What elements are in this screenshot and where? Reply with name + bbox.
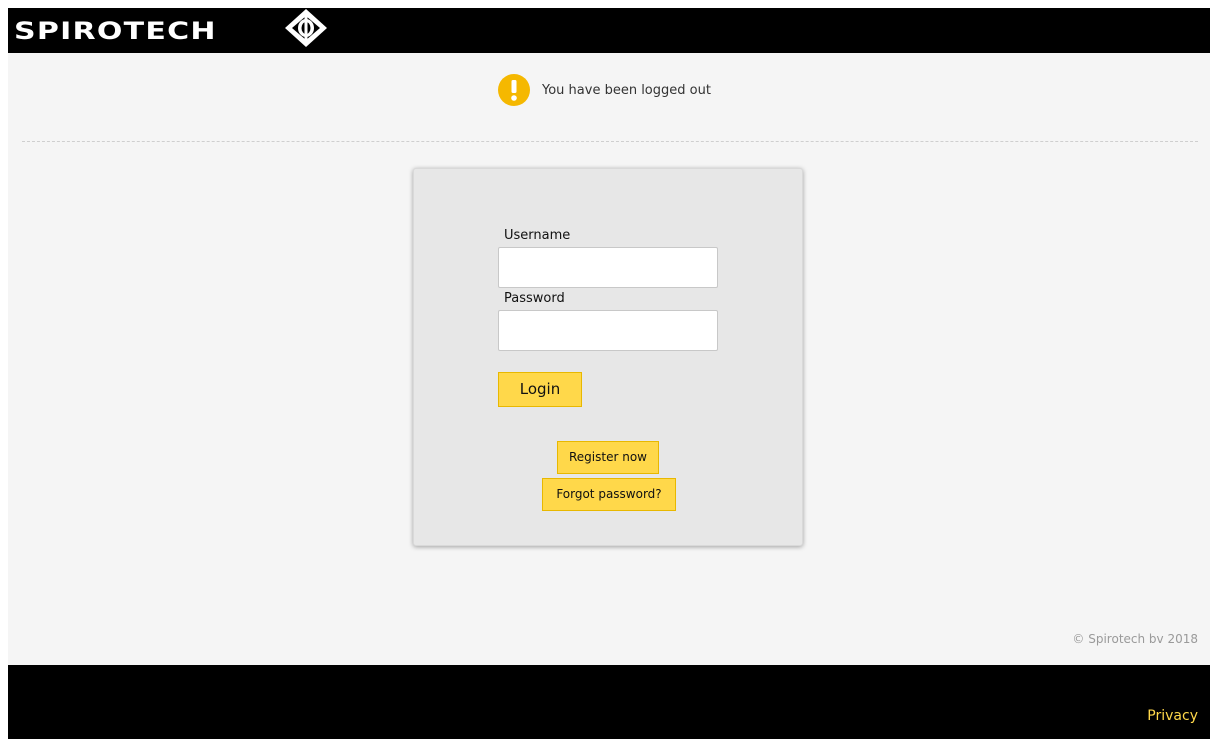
warning-exclamation-icon (498, 74, 530, 106)
header-bar: SPIROTECH (8, 8, 1210, 53)
dashed-divider (22, 141, 1198, 142)
forgot-password-button[interactable]: Forgot password? (542, 478, 676, 511)
alert-message: You have been logged out (542, 82, 711, 98)
password-label: Password (504, 291, 565, 306)
footer-bar: Privacy (8, 665, 1210, 739)
page: SPIROTECH You have been logged out Usern… (8, 8, 1210, 739)
copyright-text: © Spirotech bv 2018 (1072, 632, 1198, 646)
username-label: Username (504, 228, 571, 243)
username-input[interactable] (498, 247, 718, 288)
register-now-button[interactable]: Register now (557, 441, 659, 474)
brand-logo[interactable]: SPIROTECH (14, 12, 215, 50)
login-panel: Username Password Login Register now For… (413, 168, 803, 546)
logout-alert: You have been logged out (498, 74, 711, 106)
privacy-link[interactable]: Privacy (1147, 708, 1198, 724)
spirotech-diamond-logo-icon (285, 9, 327, 47)
login-button[interactable]: Login (498, 372, 582, 407)
brand-wordmark: SPIROTECH (14, 17, 217, 45)
password-input[interactable] (498, 310, 718, 351)
